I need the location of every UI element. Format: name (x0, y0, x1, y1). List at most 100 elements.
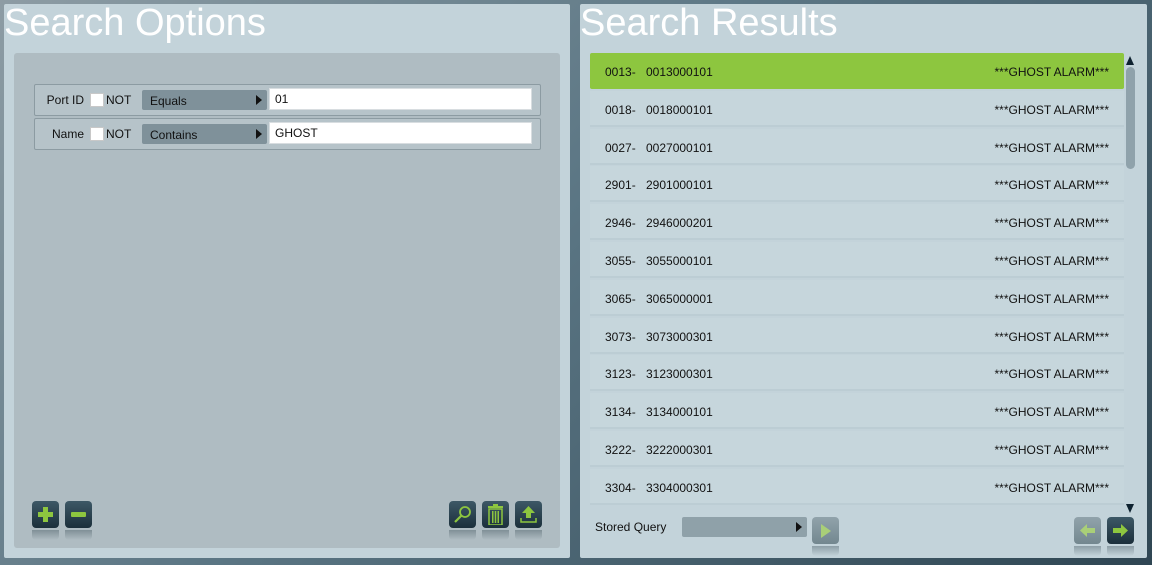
result-id: 3073000301 (646, 329, 713, 344)
result-row[interactable]: 3055- 3055000101 ***GHOST ALARM*** (590, 242, 1124, 278)
result-name: ***GHOST ALARM*** (994, 329, 1110, 344)
result-id: 0013000101 (646, 65, 713, 79)
play-icon (820, 523, 831, 538)
result-name: ***GHOST ALARM*** (994, 367, 1110, 382)
result-row[interactable]: 3304- 3304000301 ***GHOST ALARM*** (590, 468, 1124, 505)
delete-button[interactable] (482, 501, 509, 540)
result-row[interactable]: 2901- 2901000101 ***GHOST ALARM*** (590, 166, 1124, 203)
button-reflection (812, 546, 839, 556)
dropdown-arrow-icon (796, 522, 802, 532)
criterion-field-label: Port ID (46, 93, 84, 107)
result-id: 3222000301 (646, 443, 713, 457)
result-prefix: 3073- (605, 329, 636, 344)
criteria-area: Port ID NOT Equals Name NOT Contains (14, 53, 560, 548)
button-reflection (1107, 546, 1134, 556)
magnifier-icon (454, 506, 471, 523)
result-name: ***GHOST ALARM*** (994, 102, 1110, 117)
button-reflection (515, 530, 542, 540)
result-id: 3134000101 (646, 405, 713, 420)
operator-dropdown[interactable]: Equals (142, 90, 267, 110)
result-name: ***GHOST ALARM*** (994, 65, 1110, 79)
result-id: 0027000101 (646, 140, 713, 155)
next-page-button[interactable] (1107, 517, 1134, 556)
criterion-row-name: Name NOT Contains (34, 118, 541, 150)
result-name: ***GHOST ALARM*** (994, 443, 1110, 457)
upload-icon (520, 506, 537, 523)
dropdown-arrow-icon (256, 129, 262, 139)
result-id: 3123000301 (646, 367, 713, 382)
result-row[interactable]: 0013- 0013000101 ***GHOST ALARM*** (590, 53, 1124, 89)
trash-icon (488, 504, 503, 525)
scroll-down-arrow-icon[interactable] (1126, 504, 1134, 513)
result-name: ***GHOST ALARM*** (994, 178, 1110, 193)
button-reflection (32, 530, 59, 540)
button-reflection (1074, 546, 1101, 556)
minus-icon (71, 512, 86, 517)
result-name: ***GHOST ALARM*** (994, 140, 1110, 155)
result-prefix: 3134- (605, 405, 636, 420)
search-options-panel: Search Options Port ID NOT Equals Name N… (4, 2, 570, 558)
result-row[interactable]: 3073- 3073000301 ***GHOST ALARM*** (590, 317, 1124, 354)
result-prefix: 3304- (605, 480, 636, 495)
result-row[interactable]: 3123- 3123000301 ***GHOST ALARM*** (590, 355, 1124, 392)
result-prefix: 3055- (605, 254, 636, 268)
result-row[interactable]: 2946- 2946000201 ***GHOST ALARM*** (590, 204, 1124, 241)
search-results-panel: Search Results 0013- 0013000101 ***GHOST A… (580, 2, 1147, 558)
result-row[interactable]: 3222- 3222000301 ***GHOST ALARM*** (590, 431, 1124, 467)
not-label: NOT (106, 127, 132, 141)
search-results-title: Search Results (580, 2, 838, 44)
result-name: ***GHOST ALARM*** (994, 254, 1110, 268)
search-options-title: Search Options (4, 2, 266, 44)
operator-dropdown[interactable]: Contains (142, 124, 267, 144)
button-reflection (449, 530, 476, 540)
result-prefix: 3123- (605, 367, 636, 382)
plus-icon (38, 507, 53, 522)
run-stored-query-button[interactable] (812, 517, 839, 556)
not-checkbox[interactable] (90, 127, 104, 141)
result-id: 0018000101 (646, 102, 713, 117)
scroll-up-arrow-icon[interactable] (1126, 56, 1134, 65)
results-list: 0013- 0013000101 ***GHOST ALARM*** 0018- 001… (590, 53, 1124, 511)
result-name: ***GHOST ALARM*** (994, 291, 1110, 306)
remove-criterion-button[interactable] (65, 501, 92, 540)
result-id: 2946000201 (646, 216, 713, 231)
operator-value: Contains (150, 128, 198, 142)
result-prefix: 3222- (605, 443, 636, 457)
stored-query-dropdown[interactable] (682, 517, 807, 537)
search-button[interactable] (449, 501, 476, 540)
result-id: 3304000301 (646, 480, 713, 495)
result-prefix: 0013- (605, 65, 636, 79)
not-checkbox[interactable] (90, 93, 104, 107)
stored-query-label: Stored Query (595, 520, 667, 534)
dropdown-arrow-icon (256, 95, 262, 105)
criterion-field-label: Name (51, 127, 84, 141)
button-reflection (65, 530, 92, 540)
criterion-value-input[interactable] (269, 88, 532, 110)
upload-button[interactable] (515, 501, 542, 540)
result-prefix: 3065- (605, 291, 636, 306)
result-prefix: 0018- (605, 102, 636, 117)
arrow-left-icon (1080, 524, 1095, 537)
scrollbar-thumb[interactable] (1126, 67, 1135, 169)
result-prefix: 0027- (605, 140, 636, 155)
not-label: NOT (106, 93, 132, 107)
result-prefix: 2946- (605, 216, 636, 231)
button-reflection (482, 530, 509, 540)
arrow-right-icon (1113, 524, 1128, 537)
result-row[interactable]: 0027- 0027000101 ***GHOST ALARM*** (590, 128, 1124, 165)
result-prefix: 2901- (605, 178, 636, 193)
result-id: 3055000101 (646, 254, 713, 268)
result-name: ***GHOST ALARM*** (994, 216, 1110, 231)
result-id: 2901000101 (646, 178, 713, 193)
result-row[interactable]: 3065- 3065000001 ***GHOST ALARM*** (590, 279, 1124, 316)
result-name: ***GHOST ALARM*** (994, 480, 1110, 495)
operator-value: Equals (150, 94, 187, 108)
previous-page-button[interactable] (1074, 517, 1101, 556)
result-row[interactable]: 0018- 0018000101 ***GHOST ALARM*** (590, 90, 1124, 127)
result-name: ***GHOST ALARM*** (994, 405, 1110, 420)
criterion-value-input[interactable] (269, 122, 532, 144)
result-id: 3065000001 (646, 291, 713, 306)
add-criterion-button[interactable] (32, 501, 59, 540)
criterion-row-port-id: Port ID NOT Equals (34, 84, 541, 116)
result-row[interactable]: 3134- 3134000101 ***GHOST ALARM*** (590, 393, 1124, 430)
